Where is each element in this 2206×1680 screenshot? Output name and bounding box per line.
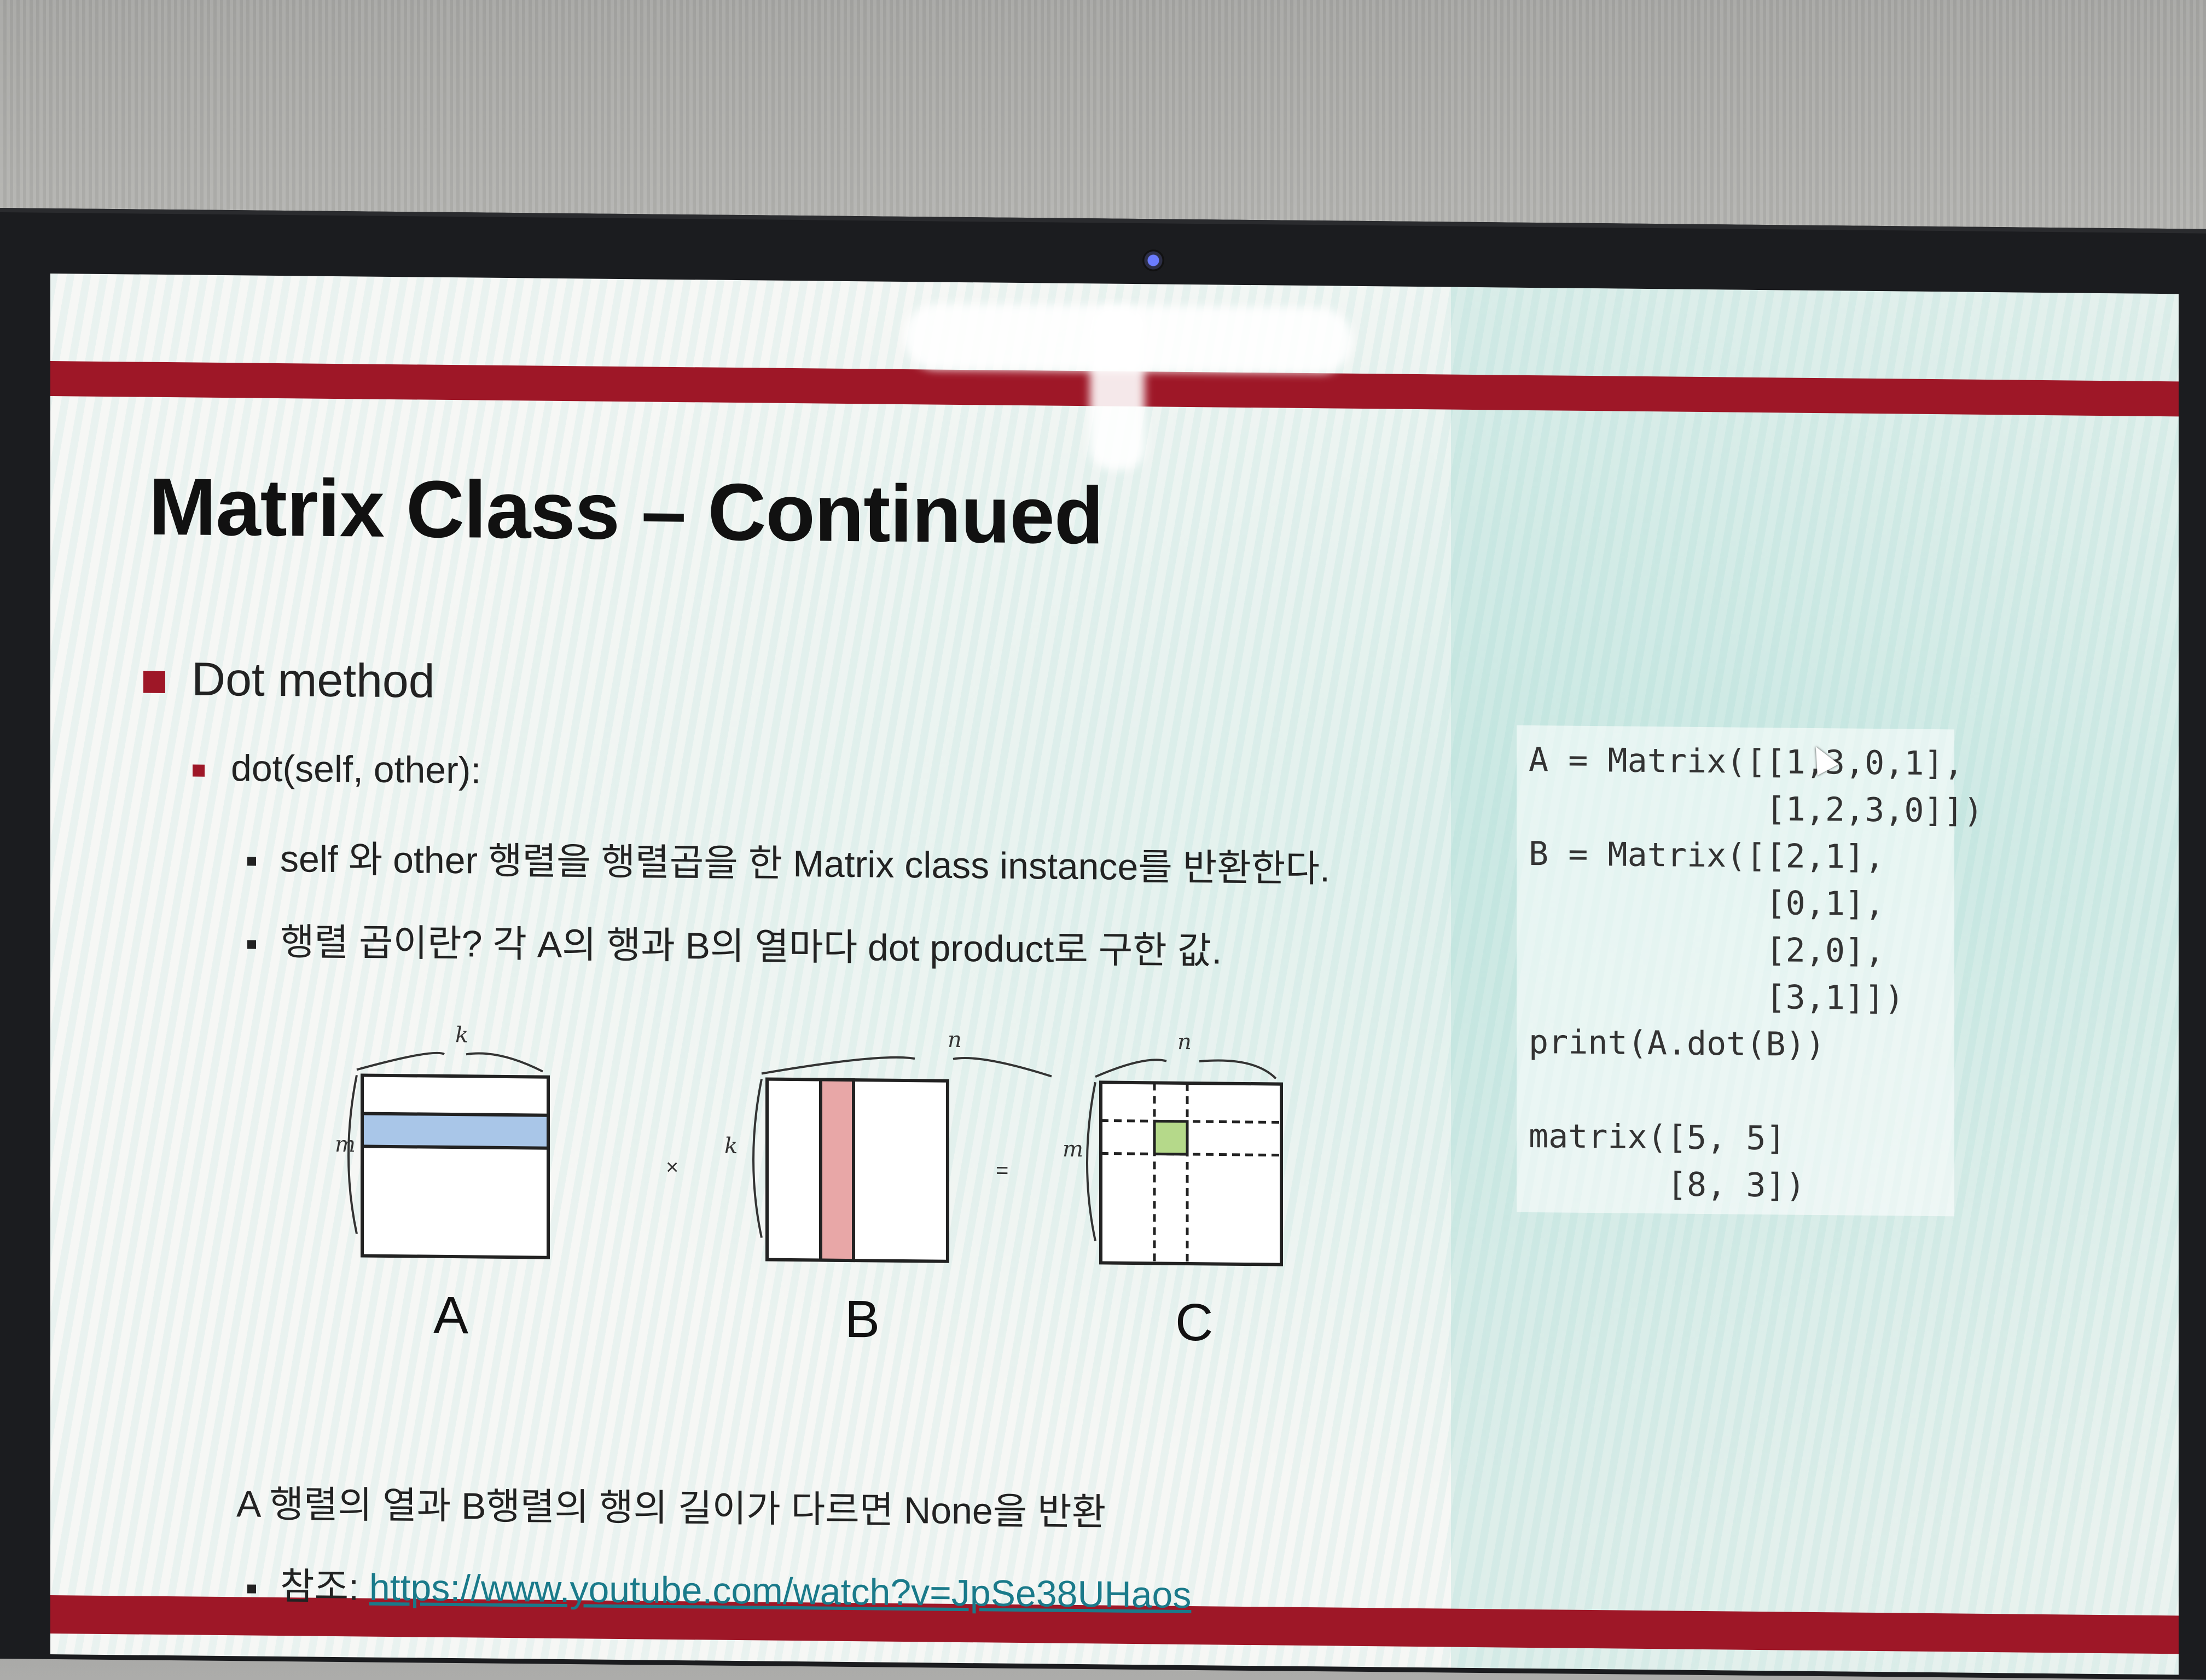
matrix-b-label: B (845, 1290, 880, 1349)
matrix-a-label: A (433, 1286, 468, 1345)
matrix-b-top-dim: n (948, 1027, 962, 1053)
matrix-b-side-dim: k (724, 1133, 738, 1159)
screen-glare-vertical (1090, 305, 1145, 470)
bullet-description-text: self 와 other 행렬을 행렬곱을 한 Matrix class ins… (280, 838, 1330, 890)
reference-link[interactable]: https://www.youtube.com/watch?v=JpSe38UH… (369, 1567, 1191, 1616)
wall-background (0, 0, 2206, 230)
matrix-c-top-dim: n (1177, 1030, 1192, 1055)
code-example-text: A = Matrix([[1,3,0,1], [1,2,3,0]]) B = M… (1529, 740, 1983, 1205)
equals-sign: = (996, 1159, 1008, 1183)
dimension-mismatch-note: A 행렬의 열과 B행렬의 행의 길이가 다르면 None을 반환 (236, 1483, 1106, 1533)
matrix-c-side-dim: m (1063, 1137, 1083, 1162)
matrix-c: n m C (1063, 1030, 1283, 1352)
bullet-matrix-product: 행렬 곱이란? 각 A의 행과 B의 열마다 dot product로 구한 값… (247, 911, 1222, 974)
matrix-b: n k B (724, 1027, 1052, 1349)
slide-title: Matrix Class – Continued (149, 461, 1104, 561)
times-sign: × (666, 1155, 678, 1179)
webcam-icon (1142, 249, 1164, 271)
bullet-dot-signature: dot(self, other): (193, 746, 481, 792)
bullet-dot-method-text: Dot method (191, 653, 435, 708)
bullet-square-icon (247, 940, 256, 949)
bullet-dot-method: Dot method (143, 652, 435, 709)
monitor-screen: Matrix Class – Continued Dot method dot(… (50, 274, 2179, 1675)
bullet-matrix-product-text: 행렬 곱이란? 각 A의 행과 B의 열마다 dot product로 구한 값… (280, 921, 1222, 972)
bullet-description: self 와 other 행렬을 행렬곱을 한 Matrix class ins… (247, 828, 1330, 892)
bullet-square-icon (143, 671, 165, 694)
bullet-square-icon (247, 1584, 256, 1594)
bullet-dot-signature-text: dot(self, other): (231, 747, 481, 792)
matrix-b-column-highlight (819, 1078, 855, 1263)
matrix-c-cell-highlight (1153, 1119, 1189, 1156)
code-example-box: A = Matrix([[1,3,0,1], [1,2,3,0]]) B = M… (1517, 725, 1983, 1217)
matrix-c-label: C (1175, 1293, 1213, 1352)
reference-label: 참조: (280, 1566, 369, 1608)
matrix-a: k m A (335, 1022, 550, 1345)
bullet-square-icon (247, 857, 256, 866)
matrix-a-row-highlight (361, 1112, 550, 1150)
reference-bullet: 참조: https://www.youtube.com/watch?v=JpSe… (247, 1555, 1191, 1619)
matrix-a-side-dim: m (335, 1132, 356, 1157)
matrix-a-top-dim: k (455, 1022, 468, 1048)
bullet-square-icon (193, 764, 205, 777)
